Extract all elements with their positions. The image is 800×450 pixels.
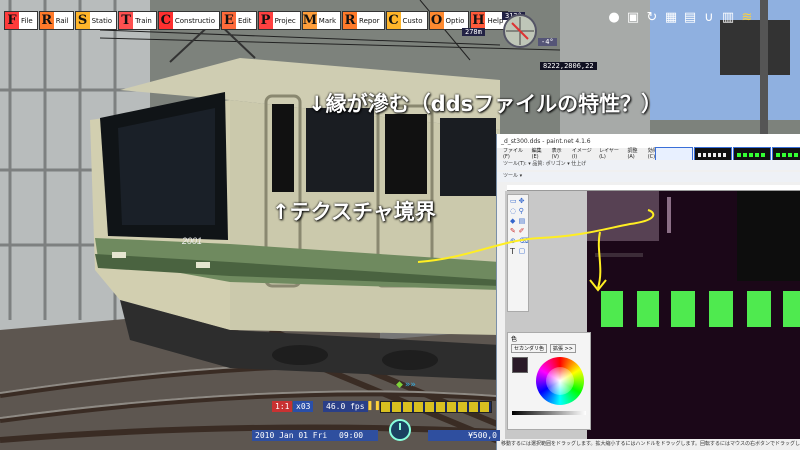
calendar-icon[interactable]: ▤ [682,9,698,25]
forward-arrows-icon: »» [404,380,416,390]
angle-readout: -4° [538,38,557,46]
zoom-tool-icon[interactable]: ⚲ [519,207,529,215]
menu-initial: R [39,12,54,29]
tools-panel[interactable]: ▭ ✥ ◌ ⚲ ◆ ▤ ✎ ✐ ⊕ ⌫ T ▢ [507,194,529,312]
menu-label: Mark [318,16,337,25]
menu-initial: T [119,12,134,29]
paintnet-menu-item[interactable]: 表示(V) [552,147,567,160]
menu-statio[interactable]: S Statio [74,11,118,30]
move-tool-icon[interactable]: ✥ [519,197,529,205]
shape-tool-icon[interactable]: ▢ [519,247,529,256]
menu-label: Constructio [174,16,215,25]
paintnet-menu-item[interactable]: ファイル(F) [503,147,527,160]
menu-train[interactable]: T Train [118,11,157,30]
paintnet-toolbar[interactable]: ツール(T): ▾ 品質: ポリゴン ▾ 仕上げ [497,160,800,170]
menu-mark[interactable]: M Mark [301,11,342,30]
primary-swatch[interactable] [512,357,528,373]
menu-initial: C [158,12,173,29]
menu-edit[interactable]: E Edit [221,11,257,30]
layers-icon[interactable]: ≋ [739,9,755,25]
paintnet-menu: ファイル(F) 編集(E) 表示(V) イメージ(I) レイヤー(L) 調整(A) 効果(C… [497,147,663,160]
select-tool-icon[interactable]: ▭ [510,197,517,205]
more-colors-button[interactable]: 拡張 >> [550,344,576,353]
image-canvas[interactable] [587,191,800,439]
menu-initial: P [258,12,273,29]
grid-icon[interactable]: ▦ [663,9,679,25]
speed-bar[interactable]: ◆ »» [396,380,416,390]
menu-label: Repor [359,16,380,25]
color-wheel[interactable] [536,357,584,405]
diamond-icon: ◆ [396,380,403,390]
menu-constructio[interactable]: C Constructio [157,11,220,30]
coords-readout: 8222,2806,22 [540,62,597,70]
time-readout: 09:00 [336,430,378,441]
menu-initial: H [471,12,486,29]
clone-tool-icon[interactable]: ⊕ [510,237,517,245]
clock-dial-icon[interactable] [388,418,412,442]
colors-panel-title: 色 [511,336,518,343]
lasso-tool-icon[interactable]: ◌ [510,207,517,215]
menu-initial: M [302,12,318,29]
paintnet-toolbar-2[interactable]: ツール ▾ [497,172,800,182]
brush-tool-icon[interactable]: ✎ [510,227,517,235]
bucket-tool-icon[interactable]: ◆ [510,217,517,225]
pause-icon[interactable]: ❚❚ [366,401,381,411]
paintnet-menu-item[interactable]: 編集(E) [532,147,547,160]
pencil-tool-icon[interactable]: ✐ [519,227,529,235]
text-tool-icon[interactable]: T [510,247,517,256]
fps-readout: 46.0 fps [323,401,368,412]
menu-initial: O [429,12,444,29]
magnet-icon[interactable]: ∪ [701,9,717,25]
circle-shape-icon[interactable]: ● [606,9,622,25]
menu-initial: E [222,12,236,29]
train-icon[interactable]: ▥ [720,9,736,25]
compass-icon[interactable] [502,13,538,49]
menu-initial: R [343,12,358,29]
money-readout: ¥500,0 [428,430,500,441]
value-slider[interactable] [512,411,586,415]
menu-label: Statio [91,16,113,25]
annotation-blur-edge: ↓縁が滲む（ddsファイルの特性？） [308,92,663,116]
date-readout: 2010 Jan 01 Fri [252,430,338,441]
menu-label: Custo [402,16,423,25]
game-menu-bar: F File R Rail S Statio T Train C Constructio E Edit… [4,11,509,30]
annotation-texture-boundary: ↑テクスチャ境界 [272,200,436,224]
scale-readout[interactable]: 1:1 [272,401,293,412]
colors-panel[interactable]: 色 セカンダリ色 拡張 >> [507,332,591,430]
secondary-color-select[interactable]: セカンダリ色 [511,344,548,353]
train-number: 2001 [181,236,202,246]
camera-icon[interactable]: ▣ [625,9,641,25]
paintnet-menu-item[interactable]: レイヤー(L) [599,147,622,160]
menu-projec[interactable]: P Projec [257,11,301,30]
menu-label: Optio [445,16,465,25]
paintnet-status-bar: 移動するには選択範囲をドラッグします。拡大縮小するにはハンドルをドラッグします。… [497,439,800,450]
eraser-tool-icon[interactable]: ⌫ [519,237,529,245]
timeline-bar[interactable] [380,401,492,413]
menu-initial: C [386,12,401,29]
distance-readout: 278m [462,28,485,36]
menu-label: File [21,16,33,25]
compass-hud[interactable]: 312° 278m -4° 8222,2806,22 [462,12,606,70]
menu-custo[interactable]: C Custo [385,11,428,30]
paintnet-menu-item[interactable]: イメージ(I) [572,147,594,160]
menu-label: Train [135,16,152,25]
paintnet-menu-item[interactable]: 調整(A) [627,147,642,160]
gradient-tool-icon[interactable]: ▤ [519,217,529,225]
menu-repor[interactable]: R Repor [342,11,385,30]
paintnet-window[interactable]: _d_st300.dds - paint.net 4.1.6 ファイル(F) 編集… [496,134,800,450]
menu-file[interactable]: F File [4,11,38,30]
game-toolbar-right: ● ▣ ↻ ▦ ▤ ∪ ▥ ≋ [606,9,755,25]
menu-label: Rail [55,16,69,25]
speed-multiplier[interactable]: x03 [293,401,314,412]
menu-rail[interactable]: R Rail [38,11,74,30]
menu-initial: S [75,12,90,29]
menu-initial: F [5,12,19,29]
refresh-icon[interactable]: ↻ [644,9,660,25]
menu-label: Edit [238,16,252,25]
menu-label: Projec [274,16,296,25]
